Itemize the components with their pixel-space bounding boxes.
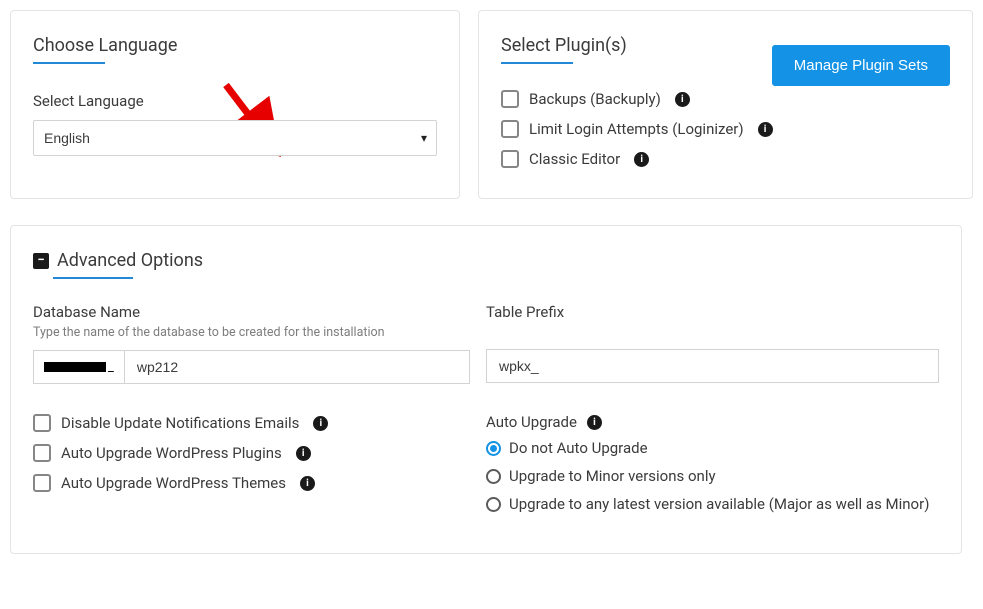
database-prefix-suffix: _	[108, 360, 114, 375]
check-row[interactable]: Auto Upgrade WordPress Themes i	[33, 474, 470, 492]
check-row[interactable]: Auto Upgrade WordPress Plugins i	[33, 444, 470, 462]
plugin-label: Classic Editor	[529, 150, 620, 168]
choose-language-panel: Choose Language Select Language English …	[10, 10, 460, 199]
manage-plugin-sets-button[interactable]: Manage Plugin Sets	[772, 45, 950, 86]
check-label: Auto Upgrade WordPress Themes	[61, 474, 286, 492]
collapse-icon[interactable]: −	[33, 253, 49, 269]
info-icon[interactable]: i	[313, 416, 328, 431]
choose-language-title: Choose Language	[33, 35, 437, 56]
check-row[interactable]: Disable Update Notifications Emails i	[33, 414, 470, 432]
info-icon[interactable]: i	[300, 476, 315, 491]
language-select[interactable]: English	[33, 120, 437, 156]
radio-label: Upgrade to any latest version available …	[509, 495, 929, 513]
auto-upgrade-radio-latest[interactable]	[486, 497, 501, 512]
plugin-checkbox-backups[interactable]	[501, 90, 519, 108]
advanced-left-column: Database Name Type the name of the datab…	[33, 303, 486, 513]
plugin-row[interactable]: Classic Editor i	[501, 150, 950, 168]
check-label: Auto Upgrade WordPress Plugins	[61, 444, 282, 462]
plugin-label: Backups (Backuply)	[529, 90, 661, 108]
plugin-checkbox-loginizer[interactable]	[501, 120, 519, 138]
database-name-input[interactable]	[124, 350, 470, 384]
auto-upgrade-label: Auto Upgrade	[486, 413, 577, 431]
plugin-row[interactable]: Backups (Backuply) i	[501, 90, 950, 108]
info-icon[interactable]: i	[634, 152, 649, 167]
select-language-label: Select Language	[33, 92, 437, 110]
title-underline	[53, 277, 133, 279]
info-icon[interactable]: i	[675, 92, 690, 107]
advanced-options-panel: − Advanced Options Database Name Type th…	[10, 225, 962, 554]
radio-row[interactable]: Upgrade to Minor versions only	[486, 467, 939, 485]
database-prefix-display: _	[33, 350, 124, 384]
auto-upgrade-radio-minor[interactable]	[486, 469, 501, 484]
table-prefix-label: Table Prefix	[486, 303, 939, 321]
plugin-label: Limit Login Attempts (Loginizer)	[529, 120, 744, 138]
plugin-checkbox-classic-editor[interactable]	[501, 150, 519, 168]
redacted-prefix	[44, 362, 106, 372]
plugin-row[interactable]: Limit Login Attempts (Loginizer) i	[501, 120, 950, 138]
radio-row[interactable]: Do not Auto Upgrade	[486, 439, 939, 457]
info-icon[interactable]: i	[587, 415, 602, 430]
title-underline	[501, 62, 573, 64]
database-name-label: Database Name	[33, 303, 470, 321]
info-icon[interactable]: i	[758, 122, 773, 137]
advanced-right-column: Table Prefix Auto Upgrade i Do not Auto …	[486, 303, 939, 513]
select-plugins-panel: Manage Plugin Sets Select Plugin(s) Back…	[478, 10, 973, 199]
auto-upgrade-themes-checkbox[interactable]	[33, 474, 51, 492]
check-label: Disable Update Notifications Emails	[61, 414, 299, 432]
info-icon[interactable]: i	[296, 446, 311, 461]
auto-upgrade-radio-none[interactable]	[486, 441, 501, 456]
database-name-hint: Type the name of the database to be crea…	[33, 325, 470, 340]
radio-label: Do not Auto Upgrade	[509, 439, 648, 457]
disable-update-emails-checkbox[interactable]	[33, 414, 51, 432]
advanced-options-title: Advanced Options	[57, 250, 203, 271]
title-underline	[33, 62, 105, 64]
radio-row[interactable]: Upgrade to any latest version available …	[486, 495, 939, 513]
table-prefix-input[interactable]	[486, 349, 939, 383]
radio-label: Upgrade to Minor versions only	[509, 467, 716, 485]
auto-upgrade-plugins-checkbox[interactable]	[33, 444, 51, 462]
